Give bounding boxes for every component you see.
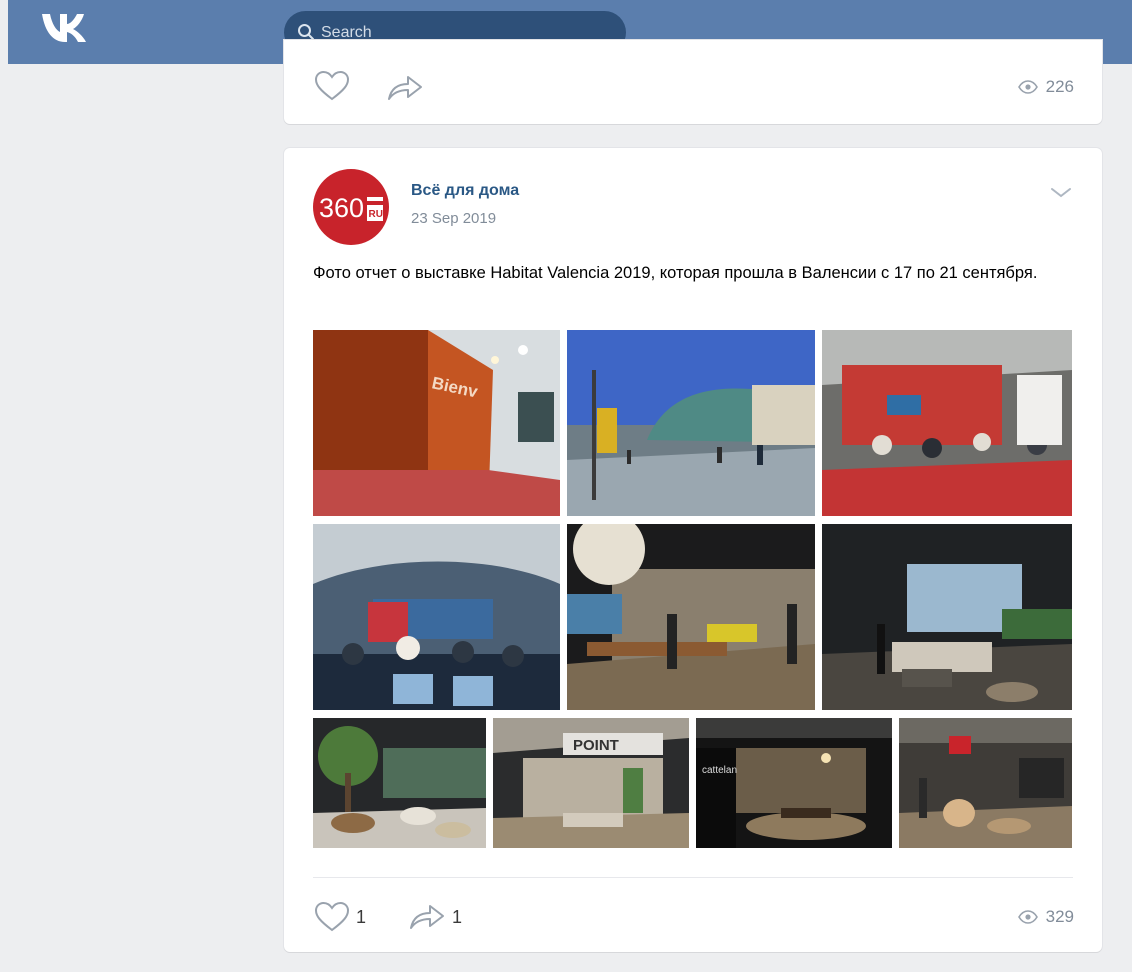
avatar-sub: RU [369,209,383,220]
photo-7[interactable] [313,718,486,848]
share-button[interactable]: 1 [408,903,462,931]
avatar-logo: 360 RU [319,193,383,223]
post-author[interactable]: Всё для дома [411,182,519,200]
eye-icon [1017,910,1038,924]
share-count: 1 [452,906,463,927]
chevron-down-icon[interactable] [1048,184,1074,202]
views-count: 329 [1045,907,1074,926]
views-counter: 226 [1017,77,1074,97]
search-icon [298,24,314,40]
avatar[interactable]: 360 RU [313,169,389,245]
svg-text:POINT: POINT [573,737,619,754]
views-count: 226 [1045,77,1074,96]
photo-3[interactable] [822,330,1072,516]
photo-2[interactable] [567,330,815,516]
vk-logo-icon[interactable] [38,10,94,46]
photo-5[interactable] [567,524,815,710]
photo-1[interactable]: Bienv [313,330,560,516]
photo-4[interactable] [313,524,560,710]
like-button[interactable]: 1 [314,901,366,933]
photo-8[interactable]: POINT [493,718,689,848]
avatar-text: 360 [319,193,364,223]
like-count: 1 [356,906,367,927]
svg-text:cattelan: cattelan [702,765,737,776]
photo-6[interactable] [822,524,1072,710]
share-button[interactable] [386,74,424,102]
photo-9[interactable]: cattelan [696,718,892,848]
share-arrow-icon [410,905,444,929]
post-text: Фото отчет о выставке Habitat Valencia 2… [313,264,1038,282]
views-counter: 329 [1017,907,1074,927]
post-date[interactable]: 23 Sep 2019 [411,210,496,227]
like-button[interactable] [314,70,350,102]
previous-post-card: 226 [284,40,1102,124]
post-card: 360 RU Всё для дома 23 Sep 2019 Фото отч… [284,148,1102,952]
eye-icon [1017,80,1038,94]
heart-icon [314,901,350,932]
heart-icon [314,70,350,101]
post-divider [313,877,1073,878]
share-arrow-icon [388,76,422,100]
photo-10[interactable] [899,718,1072,848]
